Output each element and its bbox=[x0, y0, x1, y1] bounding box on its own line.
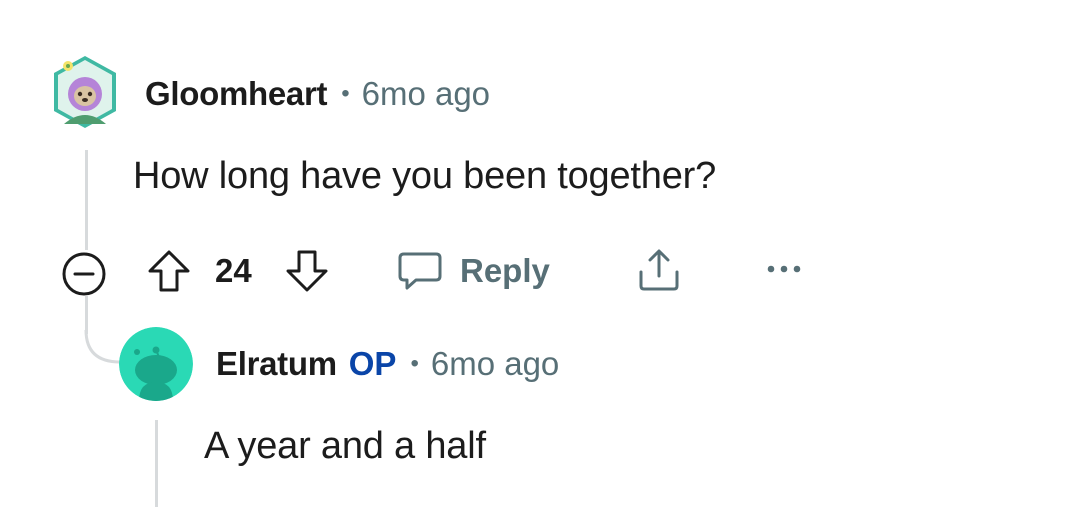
comment-icon bbox=[396, 248, 444, 294]
thread-branch-curve bbox=[84, 330, 121, 364]
downvote-icon bbox=[286, 250, 328, 292]
reply-button[interactable]: Reply bbox=[396, 248, 550, 294]
comment-body: How long have you been together? bbox=[133, 155, 717, 197]
default-snoo-avatar-icon bbox=[119, 327, 193, 401]
timestamp[interactable]: 6mo ago bbox=[431, 345, 559, 383]
avatar[interactable] bbox=[119, 327, 193, 401]
share-button[interactable] bbox=[634, 246, 684, 294]
timestamp[interactable]: 6mo ago bbox=[362, 75, 490, 113]
vote-count: 24 bbox=[215, 252, 252, 289]
thread-line-reply bbox=[155, 420, 158, 507]
username[interactable]: Gloomheart bbox=[145, 75, 328, 113]
upvote-icon bbox=[148, 250, 190, 292]
username[interactable]: Elratum bbox=[216, 345, 337, 383]
comment-header: Elratum OP • 6mo ago bbox=[216, 345, 559, 383]
more-options-button[interactable] bbox=[765, 262, 803, 276]
more-options-icon bbox=[767, 265, 801, 273]
share-icon bbox=[639, 249, 679, 291]
op-badge: OP bbox=[348, 345, 397, 382]
avatar[interactable] bbox=[52, 54, 118, 130]
vote-score: 24 bbox=[215, 252, 252, 290]
collapse-icon bbox=[62, 252, 106, 296]
comment-header: Gloomheart • 6mo ago bbox=[145, 75, 490, 113]
reply-label: Reply bbox=[460, 252, 550, 289]
downvote-button[interactable] bbox=[284, 248, 330, 294]
separator-dot: • bbox=[341, 80, 350, 107]
separator-dot: • bbox=[410, 350, 419, 377]
thread-line-branch bbox=[85, 296, 88, 334]
snoo-sloth-avatar-icon bbox=[54, 56, 116, 128]
thread-line-top bbox=[85, 150, 88, 250]
comment-body: A year and a half bbox=[204, 425, 486, 467]
upvote-button[interactable] bbox=[146, 248, 192, 294]
collapse-button[interactable] bbox=[60, 250, 108, 298]
